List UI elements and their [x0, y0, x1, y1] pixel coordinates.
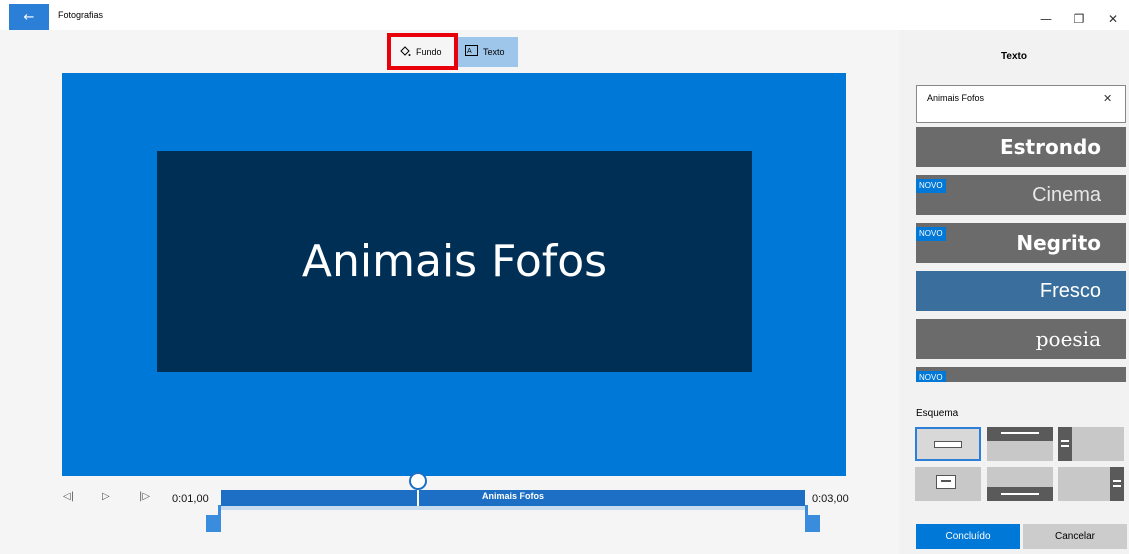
app-title: Fotografias [58, 10, 104, 20]
trim-end-handle[interactable] [805, 515, 820, 532]
style-label: Negrito [1016, 231, 1101, 255]
style-label: Estrondo [999, 135, 1101, 159]
layout-center-box[interactable] [915, 467, 981, 501]
text-button[interactable]: A Texto [457, 37, 518, 67]
layout-shape-line [1061, 445, 1069, 447]
title-text-input[interactable]: Animais Fofos [916, 85, 1126, 123]
end-time: 0:03,00 [812, 493, 849, 505]
text-style-list: Estrondo NOVO Cinema NOVO Negrito Fresco… [916, 127, 1126, 382]
clear-input-icon[interactable]: ✕ [1103, 92, 1112, 105]
layout-bottom-band[interactable] [987, 467, 1053, 501]
timeline-clip-label: Animais Fofos [481, 491, 544, 501]
play-button[interactable]: ▷ [102, 491, 110, 502]
style-option-cinema[interactable]: NOVO Cinema [916, 175, 1126, 215]
layout-right-bar[interactable] [1058, 467, 1124, 501]
title-bar: ← Fotografias — ❐ ✕ [0, 0, 1129, 30]
start-time: 0:01,00 [172, 493, 209, 505]
playhead-handle[interactable] [409, 472, 427, 490]
done-button[interactable]: Concluído [916, 524, 1020, 549]
arrow-left-icon: ← [23, 9, 35, 25]
new-badge: NOVO [916, 179, 946, 193]
style-option-fresco[interactable]: Fresco [916, 271, 1126, 311]
background-button-label: Fundo [416, 47, 442, 57]
layout-shape [936, 475, 956, 489]
playhead-line [417, 488, 419, 506]
minimize-button[interactable]: — [1031, 10, 1061, 28]
timeline-underline [221, 506, 805, 510]
style-label: Fresco [1039, 279, 1101, 302]
paint-bucket-icon [399, 45, 411, 60]
layout-shape [987, 427, 1053, 441]
layout-top-band[interactable] [987, 427, 1053, 461]
layout-shape-line [1061, 440, 1069, 442]
new-badge: NOVO [916, 227, 946, 241]
title-card-text: Animais Fofos [301, 236, 608, 287]
layout-shape-line [1113, 485, 1121, 487]
layout-shape-line [941, 480, 951, 482]
text-button-label: Texto [483, 47, 505, 57]
text-box-icon: A [465, 45, 478, 59]
cancel-button[interactable]: Cancelar [1023, 524, 1127, 549]
trim-start-handle[interactable] [206, 515, 221, 532]
back-button[interactable]: ← [9, 4, 49, 30]
layout-shape [1110, 467, 1124, 501]
svg-text:A: A [467, 48, 472, 55]
layout-shape [934, 441, 962, 448]
style-option-negrito[interactable]: NOVO Negrito [916, 223, 1126, 263]
layout-label: Esquema [916, 408, 959, 419]
background-button[interactable]: Fundo [391, 37, 453, 67]
style-label: poesia [1035, 327, 1101, 351]
layout-left-bar[interactable] [1058, 427, 1124, 461]
layout-shape-line [1001, 493, 1039, 495]
title-card: Animais Fofos [157, 151, 752, 372]
panel-title: Texto [1001, 51, 1027, 62]
previous-frame-button[interactable]: ◁| [63, 491, 74, 502]
layout-center-band[interactable] [915, 427, 981, 461]
layout-shape-line [1001, 432, 1039, 434]
style-option-estrondo[interactable]: Estrondo [916, 127, 1126, 167]
style-option-poesia[interactable]: poesia [916, 319, 1126, 359]
new-badge: NOVO [916, 371, 946, 382]
close-button[interactable]: ✕ [1098, 10, 1128, 28]
next-frame-button[interactable]: |▷ [139, 491, 150, 502]
style-label: Cinema [1032, 183, 1101, 206]
layout-shape [1058, 427, 1072, 461]
restore-button[interactable]: ❐ [1064, 10, 1094, 28]
style-option-impacto[interactable]: NOVO [916, 367, 1126, 382]
layout-shape-line [1113, 480, 1121, 482]
